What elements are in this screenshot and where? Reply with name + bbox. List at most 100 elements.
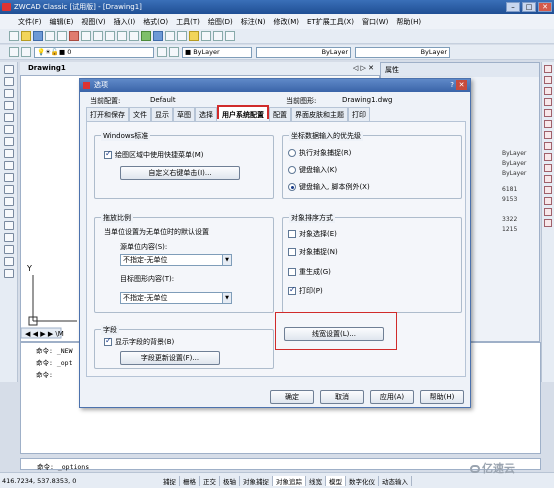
minimize-button[interactable]: – xyxy=(506,2,520,12)
rotate-tool-icon[interactable] xyxy=(544,131,552,139)
sort-object-selection-checkbox[interactable]: 对象选择(E) xyxy=(288,229,337,239)
shortcut-menu-checkbox[interactable]: 绘图区域中使用快捷菜单(M) xyxy=(104,149,204,160)
scale-tool-icon[interactable] xyxy=(544,142,552,150)
match-icon[interactable] xyxy=(105,31,115,41)
dynamic-input-toggle[interactable]: 动态输入 xyxy=(379,475,412,486)
field-update-settings-button[interactable]: 字段更新设置(F)... xyxy=(120,351,220,365)
menu-format[interactable]: 格式(O) xyxy=(139,17,172,27)
checkbox-box[interactable] xyxy=(104,336,112,346)
sort-object-snap-checkbox[interactable]: 对象捕捉(N) xyxy=(288,247,338,257)
menu-edit[interactable]: 编辑(E) xyxy=(46,17,78,27)
help-button[interactable]: 帮助(H) xyxy=(420,390,464,404)
sort-regen-checkbox[interactable]: 重生成(G) xyxy=(288,267,331,277)
lineweight-toggle[interactable]: 线宽 xyxy=(306,475,326,486)
radio-keyboard-except-scripts[interactable]: 键盘输入, 脚本例外(X) xyxy=(288,182,370,192)
cloud-tool-icon[interactable] xyxy=(4,149,14,158)
lineweight-combo[interactable]: ByLayer xyxy=(355,46,450,58)
apply-button[interactable]: 应用(A) xyxy=(370,390,414,404)
tab-selection[interactable]: 选择 xyxy=(195,107,217,121)
menu-help[interactable]: 帮助(H) xyxy=(392,17,425,27)
new-icon[interactable] xyxy=(9,31,19,41)
line-tool-icon[interactable] xyxy=(4,65,14,74)
radio-running-osnap[interactable]: 执行对象捕捉(R) xyxy=(288,148,351,158)
tab-user-preferences[interactable]: 用户系统配置 xyxy=(217,105,269,119)
grid-toggle[interactable]: 栅格 xyxy=(180,475,200,486)
offset-tool-icon[interactable] xyxy=(544,98,552,106)
maximize-button[interactable]: □ xyxy=(522,2,536,12)
ortho-toggle[interactable]: 正交 xyxy=(200,475,220,486)
save-icon[interactable] xyxy=(33,31,43,41)
make-block-icon[interactable] xyxy=(4,209,14,218)
target-units-select[interactable]: 不指定-无单位 ▼ xyxy=(120,292,232,304)
drawing-tab-nav[interactable]: ◁ ▷ ✕ xyxy=(353,64,374,72)
layer-manager-icon[interactable] xyxy=(9,47,19,57)
redo-icon[interactable] xyxy=(129,31,139,41)
tab-plot[interactable]: 打印 xyxy=(348,107,370,121)
sort-plot-checkbox[interactable]: 打印(P) xyxy=(288,285,323,296)
checkbox-box[interactable] xyxy=(104,149,112,159)
field-background-checkbox[interactable]: 显示字段的背景(B) xyxy=(104,336,174,347)
ellipse-arc-tool-icon[interactable] xyxy=(4,185,14,194)
radio-dot[interactable] xyxy=(288,166,296,174)
pan-icon[interactable] xyxy=(141,31,151,41)
rectangle-tool-icon[interactable] xyxy=(4,113,14,122)
ray-tool-icon[interactable] xyxy=(4,77,14,86)
menu-window[interactable]: 窗口(W) xyxy=(358,17,392,27)
tool-palette-icon[interactable] xyxy=(213,31,223,41)
properties-icon[interactable] xyxy=(189,31,199,41)
break-tool-icon[interactable] xyxy=(544,186,552,194)
design-center-icon[interactable] xyxy=(201,31,211,41)
radio-dot[interactable] xyxy=(288,149,296,157)
print-icon[interactable] xyxy=(45,31,55,41)
polar-toggle[interactable]: 极轴 xyxy=(220,475,240,486)
linetype-combo[interactable]: ByLayer xyxy=(256,46,351,58)
arc-tool-icon[interactable] xyxy=(4,125,14,134)
zoom-window-icon[interactable] xyxy=(165,31,175,41)
help-icon[interactable] xyxy=(225,31,235,41)
close-button[interactable]: ✕ xyxy=(538,2,552,12)
hatch-tool-icon[interactable] xyxy=(4,233,14,242)
model-toggle[interactable]: 模型 xyxy=(326,475,346,486)
tab-drafting[interactable]: 草图 xyxy=(173,107,195,121)
erase-tool-icon[interactable] xyxy=(544,65,552,73)
spline-tool-icon[interactable] xyxy=(4,161,14,170)
make-current-icon[interactable] xyxy=(157,47,167,57)
checkbox-box[interactable] xyxy=(288,248,296,256)
ok-button[interactable]: 确定 xyxy=(270,390,314,404)
drawing-tab[interactable]: Drawing1 xyxy=(28,64,66,72)
point-tool-icon[interactable] xyxy=(4,221,14,230)
tab-open-save[interactable]: 打开和保存 xyxy=(86,107,129,121)
open-icon[interactable] xyxy=(21,31,31,41)
preview-icon[interactable] xyxy=(57,31,67,41)
menu-et-tools[interactable]: ET扩展工具(X) xyxy=(303,17,358,27)
chamfer-tool-icon[interactable] xyxy=(544,197,552,205)
ellipse-tool-icon[interactable] xyxy=(4,173,14,182)
checkbox-box[interactable] xyxy=(288,285,296,295)
copy-icon[interactable] xyxy=(81,31,91,41)
layer-previous-icon[interactable] xyxy=(169,47,179,57)
help-icon[interactable]: ? xyxy=(450,79,454,92)
zoom-previous-icon[interactable] xyxy=(177,31,187,41)
menu-dimension[interactable]: 标注(N) xyxy=(237,17,270,27)
zoom-icon[interactable] xyxy=(153,31,163,41)
menu-tools[interactable]: 工具(T) xyxy=(172,17,204,27)
mtext-tool-icon[interactable] xyxy=(4,269,14,278)
checkbox-box[interactable] xyxy=(288,268,296,276)
copy-tool-icon[interactable] xyxy=(544,76,552,84)
tablet-toggle[interactable]: 数字化仪 xyxy=(346,475,379,486)
radio-dot[interactable] xyxy=(288,183,296,191)
menu-view[interactable]: 视图(V) xyxy=(77,17,109,27)
menu-draw[interactable]: 绘图(D) xyxy=(204,17,237,27)
custom-right-click-button[interactable]: 自定义右键单击(I)... xyxy=(120,166,240,180)
tab-files[interactable]: 文件 xyxy=(129,107,151,121)
snap-toggle[interactable]: 捕捉 xyxy=(160,475,180,486)
polyline-tool-icon[interactable] xyxy=(4,89,14,98)
radio-keyboard-entry[interactable]: 键盘输入(K) xyxy=(288,165,337,175)
polygon-tool-icon[interactable] xyxy=(4,101,14,110)
mirror-tool-icon[interactable] xyxy=(544,87,552,95)
stretch-tool-icon[interactable] xyxy=(544,153,552,161)
insert-block-icon[interactable] xyxy=(4,197,14,206)
layer-combo[interactable]: 💡☀🔓■ 0 xyxy=(34,46,154,58)
fillet-tool-icon[interactable] xyxy=(544,208,552,216)
paste-icon[interactable] xyxy=(93,31,103,41)
